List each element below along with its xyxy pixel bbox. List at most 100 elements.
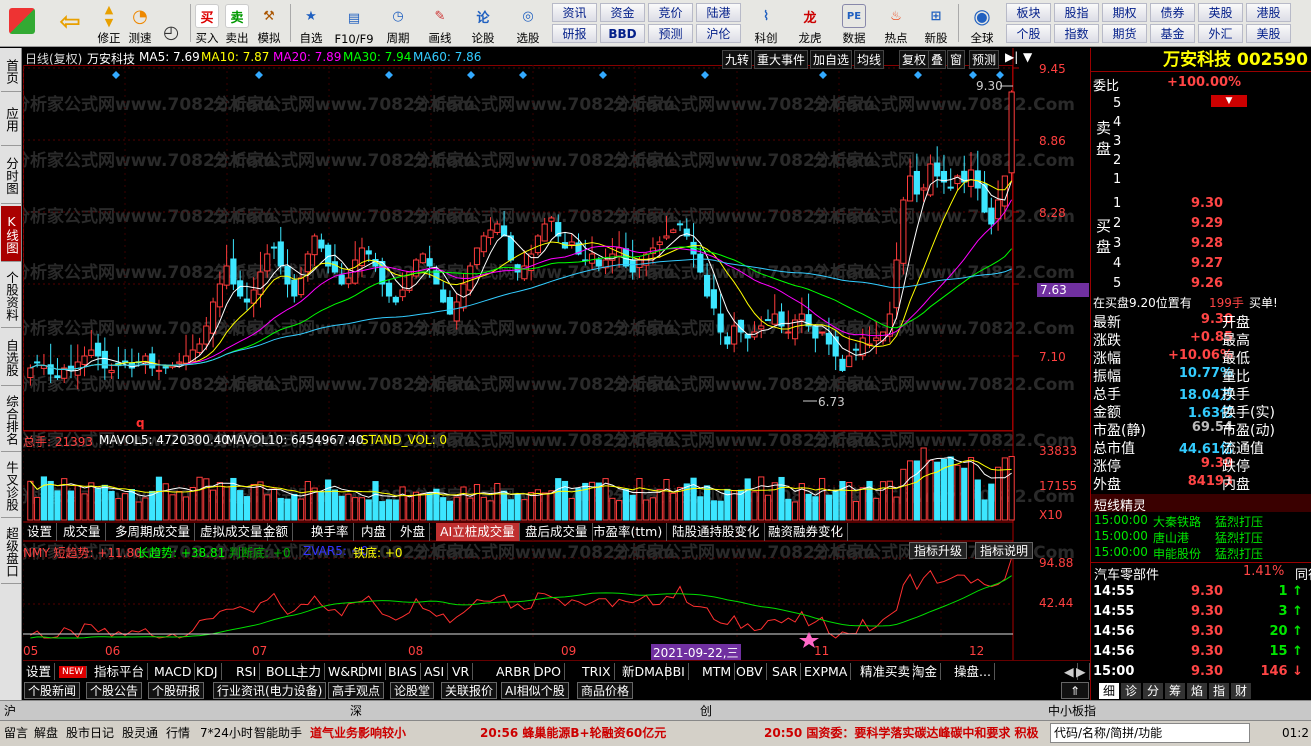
bottom-tab-20[interactable]: SAR bbox=[769, 663, 802, 680]
ticker-2[interactable]: 20:56 蜂巢能源B+轮融资60亿元 bbox=[480, 724, 666, 742]
volume-tab-6[interactable]: 内盘 bbox=[357, 523, 392, 541]
status-item-1[interactable]: 解盘 bbox=[34, 724, 58, 742]
status-item-4[interactable]: 行情 bbox=[166, 724, 190, 742]
info-tab-6[interactable]: 关联报价 bbox=[441, 682, 498, 699]
nav-home[interactable]: 首页 bbox=[1, 52, 21, 92]
index-sz[interactable]: 深 bbox=[350, 702, 362, 720]
bottom-tab-19[interactable]: OBV bbox=[733, 663, 767, 680]
volume-tab-11[interactable]: 陆股通持股变化 bbox=[668, 523, 765, 541]
bottom-tab-7[interactable]: 主力 bbox=[293, 663, 326, 680]
info-tab-4[interactable]: 高手观点 bbox=[328, 682, 385, 699]
tb-fund[interactable]: 资金 bbox=[600, 3, 645, 22]
sprite-name-1[interactable]: 唐山港 bbox=[1153, 529, 1189, 546]
bottom-tab-2[interactable]: 指标平台 bbox=[91, 663, 149, 680]
sector-name[interactable]: 汽车零部件 bbox=[1094, 564, 1159, 583]
status-item-3[interactable]: 股灵通 bbox=[122, 724, 158, 742]
sprite-name-2[interactable]: 申能股份 bbox=[1153, 545, 1201, 562]
volume-tab-8[interactable]: AI立桩成交量 bbox=[436, 523, 520, 541]
index-sh[interactable]: 沪 bbox=[4, 702, 16, 720]
tb-futures[interactable]: 期货 bbox=[1102, 24, 1147, 43]
chart-top-btn-6[interactable]: 窗 bbox=[947, 50, 966, 69]
nav-timeshare[interactable]: 分时图 bbox=[1, 148, 21, 204]
info-tab-0[interactable]: 个股新闻 bbox=[24, 682, 81, 699]
buy-button[interactable]: 买买入 bbox=[194, 2, 220, 46]
watchlist-button[interactable]: ★ 自选 bbox=[294, 2, 328, 46]
stock-picker-button[interactable]: ◎ 选股 bbox=[508, 2, 548, 46]
search-input[interactable]: 代码/名称/简拼/功能 bbox=[1050, 723, 1250, 743]
bottom-tab-21[interactable]: EXPMA bbox=[801, 663, 852, 680]
bottom-tab-18[interactable]: MTM bbox=[699, 663, 736, 680]
tb-bond[interactable]: 债券 bbox=[1150, 3, 1195, 22]
collapse-icon[interactable]: ▼ bbox=[1211, 95, 1247, 107]
info-tab-2[interactable]: 个股研报 bbox=[148, 682, 205, 699]
tb-index[interactable]: 指数 bbox=[1054, 24, 1099, 43]
info-tab-8[interactable]: 商品价格 bbox=[577, 682, 634, 699]
bottom-tab-22[interactable]: 精准买卖 bbox=[857, 663, 915, 680]
tb-hk[interactable]: 港股 bbox=[1246, 3, 1291, 22]
volume-tab-2[interactable]: 多周期成交量 bbox=[111, 523, 196, 541]
bottom-tab-11[interactable]: ASI bbox=[421, 663, 449, 680]
chart-top-btn-5[interactable]: 叠 bbox=[928, 50, 947, 69]
next-tab-icon[interactable]: ▶ bbox=[1073, 663, 1090, 680]
toolbar-edit[interactable]: ▲ ▼ 修正 bbox=[94, 2, 124, 46]
next-icon[interactable]: ▶| bbox=[1005, 50, 1018, 64]
panel-tab-2[interactable]: 分 bbox=[1143, 683, 1163, 699]
bottom-tab-14[interactable]: DPO bbox=[531, 663, 566, 680]
chart-top-btn-3[interactable]: 均线 bbox=[854, 50, 885, 69]
back-icon[interactable]: ⇦ bbox=[52, 2, 88, 46]
volume-tab-7[interactable]: 外盘 bbox=[396, 523, 431, 541]
nav-ranking[interactable]: 综合排名 bbox=[1, 388, 21, 452]
ticker-1[interactable]: 道气业务影响较小 bbox=[310, 724, 406, 742]
sell-button[interactable]: 卖卖出 bbox=[224, 2, 250, 46]
bottom-tab-12[interactable]: VR bbox=[449, 663, 474, 680]
status-item-2[interactable]: 股市日记 bbox=[66, 724, 114, 742]
bottom-tab-5[interactable]: RSI bbox=[233, 663, 261, 680]
kechuang-button[interactable]: ⌇ 科创 bbox=[748, 2, 784, 46]
panel-tab-3[interactable]: 筹 bbox=[1165, 683, 1185, 699]
toolbar-speedtest[interactable]: ◔ 测速 bbox=[126, 2, 154, 46]
ticker-3[interactable]: 20:50 国资委：要科学落实碳达峰碳中和要求 积极 bbox=[764, 724, 1046, 742]
volume-tab-12[interactable]: 融资融券变化 bbox=[764, 523, 849, 541]
volume-tab-3[interactable]: 虚拟成交量 bbox=[196, 523, 268, 541]
period-button[interactable]: ◷ 周期 bbox=[380, 2, 416, 46]
tb-us[interactable]: 美股 bbox=[1246, 24, 1291, 43]
tb-research[interactable]: 研报 bbox=[552, 24, 597, 43]
bottom-tab-3[interactable]: MACD bbox=[151, 663, 196, 680]
bottom-tab-15[interactable]: TRIX bbox=[579, 663, 615, 680]
app-grid-icon[interactable] bbox=[4, 2, 40, 46]
dragon-button[interactable]: 龙龙虎 bbox=[792, 2, 828, 46]
chart-top-btn-7[interactable]: 预测 bbox=[969, 50, 1000, 69]
index-sme[interactable]: 中小板指 bbox=[1048, 702, 1096, 720]
nav-apps[interactable]: 应用 bbox=[1, 94, 21, 146]
simulate-button[interactable]: ⚒ 模拟 bbox=[254, 2, 284, 46]
tb-forex[interactable]: 外汇 bbox=[1198, 24, 1243, 43]
panel-tab-0[interactable]: 细 bbox=[1099, 683, 1119, 699]
f10-button[interactable]: ▤ F10/F9 bbox=[334, 2, 374, 47]
toolbar-speedtest2[interactable]: ◴ bbox=[156, 2, 186, 46]
status-item-6[interactable]: 智能助手 bbox=[254, 724, 302, 742]
info-tab-3[interactable]: 行业资讯(电力设备) bbox=[213, 682, 327, 699]
bottom-tab-24[interactable]: 操盘... bbox=[951, 663, 995, 680]
tb-bbd[interactable]: BBD bbox=[600, 24, 645, 43]
volume-tab-5[interactable]: 换手率 bbox=[307, 523, 354, 541]
data-button[interactable]: PE 数据 bbox=[836, 2, 872, 46]
bottom-tab-10[interactable]: BIAS bbox=[385, 663, 421, 680]
nav-super-board[interactable]: 超级盘口 bbox=[1, 520, 21, 584]
sprite-name-0[interactable]: 大秦铁路 bbox=[1153, 513, 1201, 530]
bottom-tab-17[interactable]: BBI bbox=[661, 663, 689, 680]
bottom-tab-9[interactable]: DMI bbox=[355, 663, 387, 680]
tb-uk[interactable]: 英股 bbox=[1198, 3, 1243, 22]
chart-top-btn-0[interactable]: 九转 bbox=[722, 50, 753, 69]
tb-sector[interactable]: 板块 bbox=[1006, 3, 1051, 22]
tb-hulun[interactable]: 沪伦 bbox=[696, 24, 741, 43]
status-item-5[interactable]: 7*24小时 bbox=[200, 724, 253, 742]
nav-diagnosis[interactable]: 牛叉诊股 bbox=[1, 454, 21, 518]
bottom-tab-4[interactable]: KDJ bbox=[193, 663, 222, 680]
tb-forecast[interactable]: 预测 bbox=[648, 24, 693, 43]
info-tab-7[interactable]: AI相似个股 bbox=[501, 682, 569, 699]
bottom-tab-0[interactable]: 设置 bbox=[23, 663, 56, 680]
tb-index-fut[interactable]: 股指 bbox=[1054, 3, 1099, 22]
chart-top-btn-1[interactable]: 重大事件 bbox=[754, 50, 809, 69]
volume-tab-10[interactable]: 市盈率(ttm) bbox=[589, 523, 668, 541]
info-tab-1[interactable]: 个股公告 bbox=[86, 682, 143, 699]
